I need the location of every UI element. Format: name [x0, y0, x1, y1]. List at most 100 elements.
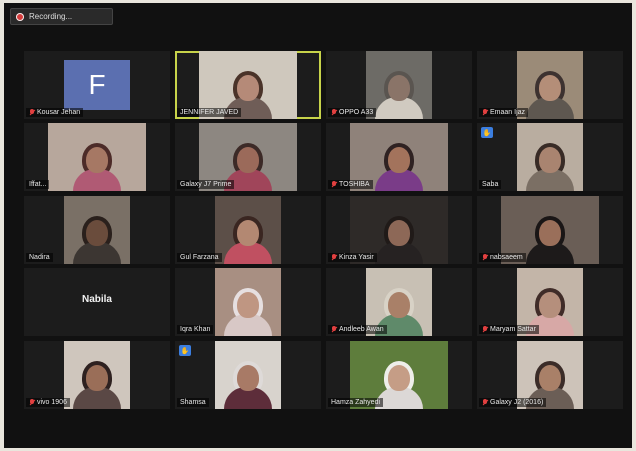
raised-hand-icon: ✋ [481, 127, 493, 138]
participant-name-label: Hamza Zahyedi [328, 398, 384, 407]
participant-tile[interactable]: ✋ Saba [477, 123, 623, 191]
participant-name: Galaxy J7 Prime [180, 181, 232, 188]
zoom-meeting-window: Recording... F Kousar Jehan JENNIFER JAVED… [4, 3, 632, 448]
participant-face [539, 147, 561, 173]
participant-name: Maryam Sattar [490, 326, 536, 333]
participant-face [388, 75, 410, 101]
participant-face [237, 365, 259, 391]
mic-muted-icon [331, 254, 337, 261]
participant-face [539, 220, 561, 246]
participant-name-label: Iffat... [26, 180, 50, 189]
participant-video [215, 268, 281, 336]
participant-face [539, 365, 561, 391]
participant-name-label: TOSHIBA [328, 180, 373, 189]
participant-name-label: Andleeb Awan [328, 325, 387, 334]
participant-tile[interactable]: nabsaeem [477, 196, 623, 264]
participant-tile[interactable]: ✋ Shamsa [175, 341, 321, 409]
mic-muted-icon [331, 109, 337, 116]
participant-tile[interactable]: F Kousar Jehan [24, 51, 170, 119]
participant-tile[interactable]: Maryam Sattar [477, 268, 623, 336]
participant-tile[interactable]: OPPO A33 [326, 51, 472, 119]
mic-muted-icon [29, 109, 35, 116]
participant-tile[interactable]: Galaxy J2 (2016) [477, 341, 623, 409]
mic-muted-icon [331, 326, 337, 333]
participant-display-name: Nabila [81, 294, 112, 305]
participant-name-label: Galaxy J7 Prime [177, 180, 235, 189]
participant-video [48, 123, 146, 191]
participant-face [539, 292, 561, 318]
recording-indicator[interactable]: Recording... [10, 8, 113, 25]
participant-tile[interactable]: vivo 1906 [24, 341, 170, 409]
participant-face [86, 220, 108, 246]
participant-tile[interactable]: Kinza Yasir [326, 196, 472, 264]
participant-name: nabsaeem [490, 254, 523, 261]
participant-name: Gul Farzana [180, 254, 219, 261]
participant-name-label: OPPO A33 [328, 108, 377, 117]
participant-face [388, 365, 410, 391]
mic-muted-icon [482, 254, 488, 261]
participant-video [215, 196, 281, 264]
participant-tile[interactable]: Galaxy J7 Prime [175, 123, 321, 191]
participant-name-label: Gul Farzana [177, 253, 222, 262]
mic-muted-icon [482, 399, 488, 406]
participant-face [237, 292, 259, 318]
participant-name-label: Emaan Ijaz [479, 108, 529, 117]
participant-name-label: JENNIFER JAVED [177, 108, 242, 117]
participant-avatar: F [64, 60, 130, 110]
participant-tile[interactable]: Hamza Zahyedi [326, 341, 472, 409]
participant-name: Saba [482, 181, 499, 188]
participant-name: Kousar Jehan [37, 109, 81, 116]
participant-face [237, 147, 259, 173]
participant-name: TOSHIBA [339, 181, 370, 188]
mic-muted-icon [482, 326, 488, 333]
participant-name-label: Shamsa [177, 398, 209, 407]
participant-tile[interactable]: Iffat... [24, 123, 170, 191]
participant-tile[interactable]: JENNIFER JAVED [175, 51, 321, 119]
mic-muted-icon [331, 181, 337, 188]
participant-tile[interactable]: Nadira [24, 196, 170, 264]
participant-name-label: Maryam Sattar [479, 325, 539, 334]
participant-name: Kinza Yasir [339, 254, 374, 261]
participant-name: Iffat... [29, 181, 47, 188]
participant-name-label: vivo 1906 [26, 398, 70, 407]
participant-video [215, 341, 281, 409]
participant-name: vivo 1906 [37, 399, 67, 406]
participant-name: Galaxy J2 (2016) [490, 399, 544, 406]
gallery-view-grid: F Kousar Jehan JENNIFER JAVED OPPO A33 Emaan… [24, 51, 623, 411]
participant-name: Shamsa [180, 399, 206, 406]
participant-tile[interactable]: TOSHIBA [326, 123, 472, 191]
participant-name: Nadira [29, 254, 50, 261]
participant-name: Iqra Khan [180, 326, 211, 333]
participant-face [86, 365, 108, 391]
participant-tile[interactable]: Emaan Ijaz [477, 51, 623, 119]
participant-tile[interactable]: Nabila [24, 268, 170, 336]
participant-face [539, 75, 561, 101]
participant-name-label: Saba [479, 180, 502, 189]
participant-name: Andleeb Awan [339, 326, 384, 333]
mic-muted-icon [29, 399, 35, 406]
participant-name-label: Kinza Yasir [328, 253, 377, 262]
participant-name-label: nabsaeem [479, 253, 526, 262]
participant-video [64, 196, 130, 264]
participant-face [388, 220, 410, 246]
participant-video [517, 123, 583, 191]
participant-name: JENNIFER JAVED [180, 109, 239, 116]
participant-face [237, 220, 259, 246]
participant-name-label: Galaxy J2 (2016) [479, 398, 547, 407]
participant-tile[interactable]: Andleeb Awan [326, 268, 472, 336]
participant-face [388, 147, 410, 173]
recording-label: Recording... [29, 12, 73, 21]
participant-name: Emaan Ijaz [490, 109, 526, 116]
participant-face [86, 147, 108, 173]
participant-face [388, 292, 410, 318]
participant-name-label: Nadira [26, 253, 53, 262]
participant-name: OPPO A33 [339, 109, 374, 116]
recording-dot-icon [16, 12, 24, 21]
raised-hand-icon: ✋ [179, 345, 191, 356]
participant-tile[interactable]: Gul Farzana [175, 196, 321, 264]
mic-muted-icon [482, 109, 488, 116]
participant-tile[interactable]: Iqra Khan [175, 268, 321, 336]
participant-name-label: Kousar Jehan [26, 108, 84, 117]
participant-video [64, 341, 130, 409]
participant-name-label: Iqra Khan [177, 325, 214, 334]
